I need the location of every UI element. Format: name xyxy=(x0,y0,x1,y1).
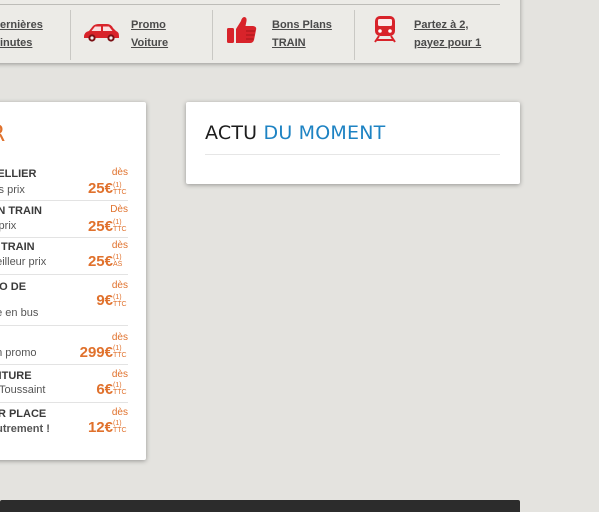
offer-row[interactable]: EN TRAIN s prix Dès 25€ (1)TTC xyxy=(0,201,128,238)
offer-row[interactable]: N TRAIN neilleur prix dès 25€ (1)AS xyxy=(0,238,128,275)
strip-rule xyxy=(0,4,500,5)
offer-des: dès xyxy=(111,407,128,418)
offer-name[interactable]: OITURE xyxy=(0,370,32,382)
offer-row[interactable]: OITURE a Toussaint dès 6€ (1)TTC xyxy=(0,365,128,403)
promo-divider xyxy=(212,10,213,60)
offer-sub: autrement ! xyxy=(0,423,50,435)
offer-sub: a Toussaint xyxy=(0,384,46,396)
offer-sup: (1) TTC xyxy=(113,420,127,434)
offers-panel: R PELLIER tits prix dès 25€ (1)TTC EN TR… xyxy=(0,102,146,460)
offer-sub: tits prix xyxy=(0,184,25,196)
offer-name[interactable]: UR PLACE xyxy=(0,408,46,420)
train-icon xyxy=(372,14,398,49)
offer-row[interactable]: PELLIER tits prix dès 25€ (1)TTC xyxy=(0,164,128,201)
offer-sup: (1) TTC xyxy=(113,382,127,396)
promo-last-minute-label[interactable]: ernières inutes xyxy=(0,16,43,52)
promo-partez-label[interactable]: Partez à 2, payez pour 1 xyxy=(414,16,481,52)
offer-name[interactable]: N TRAIN xyxy=(0,241,35,253)
offer-price[interactable]: 25€ xyxy=(88,218,113,235)
promo-strip: ernières inutes Promo Voiture Bons Plans… xyxy=(0,0,520,63)
offer-price[interactable]: 6€ xyxy=(96,381,113,398)
offer-sup: (1) TTC xyxy=(113,219,127,233)
offer-sup: (1) TTC xyxy=(113,182,127,196)
offer-des: Dès xyxy=(110,204,128,215)
promo-divider xyxy=(354,10,355,60)
offer-row[interactable]: UR PLACE autrement ! dès 12€ (1)TTC xyxy=(0,403,128,443)
offer-name[interactable]: EN TRAIN xyxy=(0,205,42,217)
offer-des: dès xyxy=(111,332,128,343)
offer-price[interactable]: 25€ xyxy=(88,180,113,197)
offer-des: dès xyxy=(111,167,128,178)
offer-price[interactable]: 12€ xyxy=(88,419,113,436)
offer-price[interactable]: 25€ xyxy=(88,253,113,270)
offer-price[interactable]: 299€ xyxy=(80,344,113,361)
promo-voiture-label[interactable]: Promo Voiture xyxy=(131,16,168,52)
thumbs-up-icon xyxy=(226,15,258,50)
car-icon xyxy=(81,22,121,49)
offer-sub: s prix xyxy=(0,220,17,232)
promo-last-minute[interactable]: ernières inutes xyxy=(0,12,60,62)
news-title-part2: DU MOMENT xyxy=(263,122,386,144)
offer-row[interactable]: MO DE pe en bus dès 9€ (1)TTC xyxy=(0,275,128,326)
promo-bons-plans-label[interactable]: Bons Plans TRAIN xyxy=(272,16,332,52)
offer-des: dès xyxy=(111,240,128,251)
promo-partez-a-2[interactable]: Partez à 2, payez pour 1 xyxy=(364,12,504,62)
offer-sub: neilleur prix xyxy=(0,256,47,268)
offer-sub: en promo xyxy=(0,347,37,359)
offer-des: dès xyxy=(111,369,128,380)
offer-sup: (1) AS xyxy=(113,254,123,268)
offers-title: R xyxy=(0,122,5,147)
offer-sup: (1) TTC xyxy=(113,294,127,308)
news-title: ACTU DU MOMENT xyxy=(205,122,385,144)
news-divider xyxy=(205,154,500,155)
offer-sup: (1) TTC xyxy=(113,345,127,359)
offer-des: dès xyxy=(111,280,128,291)
offer-name[interactable]: MO DE xyxy=(0,281,26,293)
footer-bar xyxy=(0,500,520,512)
promo-voiture[interactable]: Promo Voiture xyxy=(78,12,208,62)
offer-sub: pe en bus xyxy=(0,307,39,319)
news-panel: ACTU DU MOMENT xyxy=(186,102,520,184)
offer-name[interactable]: PELLIER xyxy=(0,168,36,180)
promo-divider xyxy=(70,10,71,60)
promo-bons-plans-train[interactable]: Bons Plans TRAIN xyxy=(222,12,352,62)
offer-row[interactable]: en promo dès 299€ (1)TTC xyxy=(0,326,128,365)
offer-price[interactable]: 9€ xyxy=(96,292,113,309)
news-title-part1: ACTU xyxy=(205,122,258,144)
